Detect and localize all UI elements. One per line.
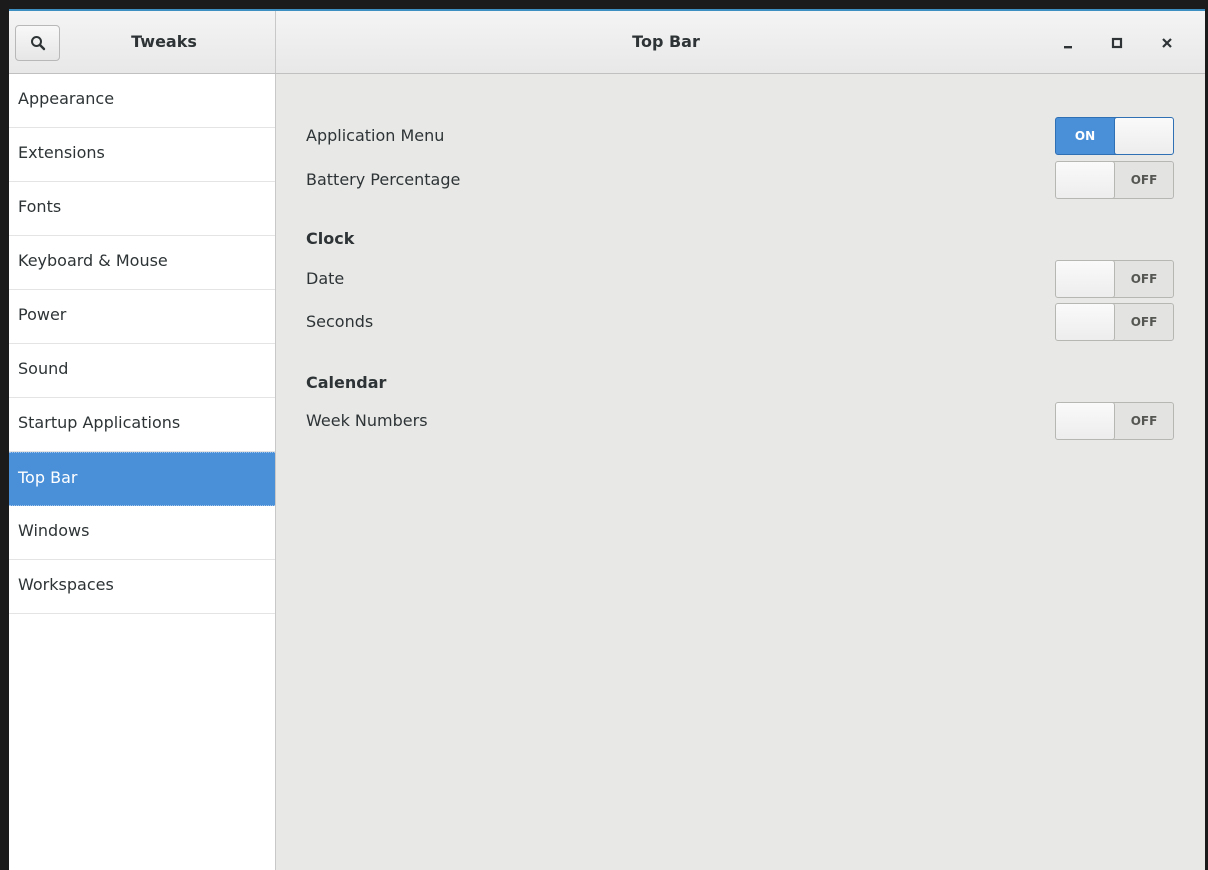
setting-label-battery-percentage: Battery Percentage bbox=[306, 170, 461, 189]
setting-label-application-menu: Application Menu bbox=[306, 126, 445, 145]
week-numbers-switch[interactable]: OFF bbox=[1055, 402, 1174, 440]
date-switch[interactable]: OFF bbox=[1055, 260, 1174, 298]
sidebar-item-workspaces[interactable]: Workspaces bbox=[9, 560, 275, 614]
switch-knob bbox=[1056, 261, 1115, 297]
sidebar-item-sound[interactable]: Sound bbox=[9, 344, 275, 398]
seconds-switch[interactable]: OFF bbox=[1055, 303, 1174, 341]
sidebar-item-top-bar[interactable]: Top Bar bbox=[9, 452, 275, 506]
maximize-icon bbox=[1111, 37, 1123, 49]
sidebar-item-appearance[interactable]: Appearance bbox=[9, 74, 275, 128]
sidebar-item-keyboard-mouse[interactable]: Keyboard & Mouse bbox=[9, 236, 275, 290]
battery-percentage-switch[interactable]: OFF bbox=[1055, 161, 1174, 199]
setting-label-date: Date bbox=[306, 269, 345, 288]
sidebar: Appearance Extensions Fonts Keyboard & M… bbox=[9, 74, 276, 870]
switch-state-label: OFF bbox=[1130, 272, 1158, 286]
setting-label-week-numbers: Week Numbers bbox=[306, 411, 428, 430]
switch-state-label: OFF bbox=[1130, 414, 1158, 428]
switch-state-label: OFF bbox=[1130, 315, 1158, 329]
section-heading-calendar: Calendar bbox=[306, 373, 387, 392]
sidebar-item-fonts[interactable]: Fonts bbox=[9, 182, 275, 236]
section-heading-clock: Clock bbox=[306, 229, 355, 248]
sidebar-item-windows[interactable]: Windows bbox=[9, 506, 275, 560]
switch-knob bbox=[1056, 304, 1115, 340]
page-title: Top Bar bbox=[632, 32, 700, 51]
search-button[interactable] bbox=[15, 25, 60, 61]
sidebar-item-extensions[interactable]: Extensions bbox=[9, 128, 275, 182]
header-left-pane: Tweaks bbox=[9, 11, 276, 73]
search-icon bbox=[30, 36, 45, 51]
header-bar: Tweaks Top Bar bbox=[9, 11, 1205, 74]
sidebar-item-power[interactable]: Power bbox=[9, 290, 275, 344]
switch-knob bbox=[1056, 162, 1115, 198]
tweaks-window: Tweaks Top Bar Appearance Extensions Fon… bbox=[9, 9, 1205, 870]
setting-label-seconds: Seconds bbox=[306, 312, 374, 331]
settings-content: Application Menu ON Battery Percentage O… bbox=[276, 74, 1205, 870]
minimize-button[interactable] bbox=[1053, 28, 1083, 58]
switch-state-label: ON bbox=[1074, 129, 1096, 143]
close-button[interactable] bbox=[1152, 28, 1182, 58]
minimize-icon bbox=[1064, 46, 1072, 49]
application-menu-switch[interactable]: ON bbox=[1055, 117, 1174, 155]
app-title: Tweaks bbox=[131, 32, 197, 51]
maximize-button[interactable] bbox=[1102, 28, 1132, 58]
switch-knob bbox=[1114, 118, 1173, 154]
close-icon bbox=[1162, 38, 1172, 48]
switch-knob bbox=[1056, 403, 1115, 439]
switch-state-label: OFF bbox=[1130, 173, 1158, 187]
sidebar-item-startup-applications[interactable]: Startup Applications bbox=[9, 398, 275, 452]
